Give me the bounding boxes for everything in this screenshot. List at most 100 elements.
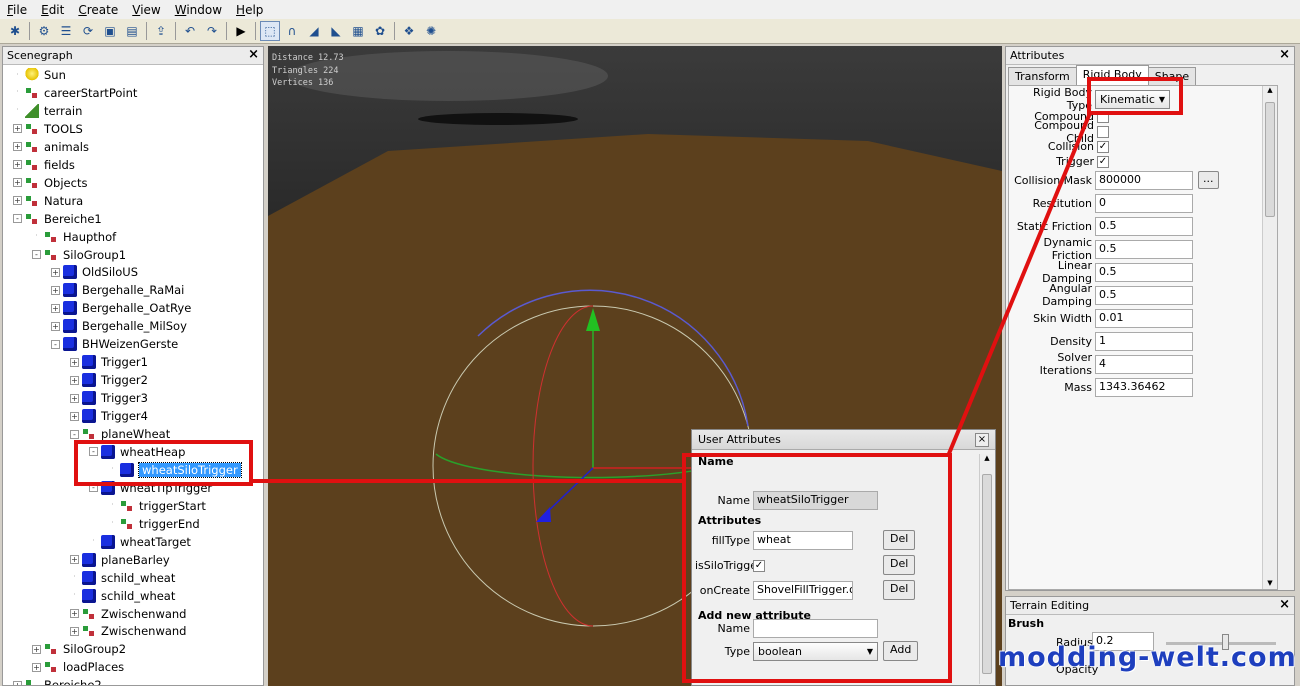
browse-button[interactable]: ...	[1198, 171, 1219, 189]
collapse-icon[interactable]: -	[70, 429, 79, 439]
play-icon[interactable]: ▶	[231, 21, 251, 41]
collapse-icon[interactable]: -	[13, 214, 22, 224]
tree-item[interactable]: - SiloGroup1	[32, 246, 126, 264]
select-icon[interactable]: ⬚	[260, 21, 280, 41]
expand-icon[interactable]: +	[13, 142, 22, 152]
expand-icon[interactable]: +	[70, 411, 79, 421]
tree-item[interactable]: · wheatTarget	[89, 533, 191, 551]
tree-item[interactable]: - Bereiche1	[13, 210, 102, 228]
expand-icon[interactable]: +	[51, 303, 60, 313]
import-icon[interactable]: ⇪	[151, 21, 171, 41]
menu-window[interactable]: Window	[168, 3, 229, 17]
tree-item[interactable]: + OldSiloUS	[51, 263, 138, 281]
foliage-icon[interactable]: ✿	[370, 21, 390, 41]
tree-item[interactable]: + Zwischenwand	[70, 605, 187, 623]
expand-icon[interactable]: +	[13, 160, 22, 170]
scroll-up-icon[interactable]: ▲	[1263, 86, 1277, 94]
expand-icon[interactable]: +	[51, 267, 60, 277]
refresh-icon[interactable]: ⟳	[78, 21, 98, 41]
save-all-icon[interactable]: ▤	[122, 21, 142, 41]
tree-item[interactable]: + Trigger3	[70, 389, 148, 407]
expand-icon[interactable]: +	[70, 393, 79, 403]
tree-item[interactable]: - BHWeizenGerste	[51, 335, 178, 353]
close-icon[interactable]: ×	[1279, 598, 1290, 612]
expand-icon[interactable]: +	[70, 626, 79, 636]
expand-icon[interactable]: +	[70, 375, 79, 385]
menu-view[interactable]: View	[125, 3, 167, 17]
tree-item[interactable]: + Trigger1	[70, 353, 148, 371]
tree-item[interactable]: + loadPlaces	[32, 658, 124, 676]
tree-item[interactable]: + Trigger2	[70, 371, 148, 389]
checkbox[interactable]	[1097, 125, 1109, 138]
close-icon[interactable]: ×	[975, 432, 989, 447]
tree-item[interactable]: + SiloGroup2	[32, 640, 126, 658]
tree-item[interactable]: + Trigger4	[70, 407, 148, 425]
attr-field-input[interactable]: 0.5	[1095, 262, 1193, 282]
magnet-icon[interactable]: ∩	[282, 21, 302, 41]
tree-item[interactable]: + Bergehalle_OatRye	[51, 299, 191, 317]
tree-item[interactable]: · Haupthof	[32, 228, 116, 246]
tab-transform[interactable]: Transform	[1008, 67, 1077, 87]
tree-item[interactable]: + fields	[13, 156, 75, 174]
attr-field-input[interactable]: 0.5	[1095, 239, 1193, 259]
collapse-icon[interactable]: -	[32, 250, 41, 259]
menu-file[interactable]: File	[0, 3, 34, 17]
expand-icon[interactable]: +	[32, 662, 41, 672]
undo-icon[interactable]: ↶	[180, 21, 200, 41]
terrain-texture-icon[interactable]: ▦	[348, 21, 368, 41]
expand-icon[interactable]: +	[13, 178, 22, 188]
tree-item[interactable]: + Bereiche2	[13, 676, 102, 685]
list-icon[interactable]: ☰	[56, 21, 76, 41]
scroll-thumb[interactable]	[1265, 102, 1275, 217]
tree-item[interactable]: + Bergehalle_RaMai	[51, 281, 184, 299]
tree-item[interactable]: + planeBarley	[70, 551, 170, 569]
settings-icon[interactable]: ✺	[421, 21, 441, 41]
collapse-icon[interactable]: -	[51, 339, 60, 349]
attr-field-input[interactable]: 0.5	[1095, 216, 1193, 236]
attr-field-input[interactable]: 0	[1095, 193, 1193, 213]
user-attributes-titlebar[interactable]: User Attributes ×	[692, 430, 995, 450]
expand-icon[interactable]: +	[51, 285, 60, 295]
terrain-paint-icon[interactable]: ◣	[326, 21, 346, 41]
expand-icon[interactable]: +	[13, 124, 22, 134]
menu-help[interactable]: Help	[229, 3, 270, 17]
expand-icon[interactable]: +	[70, 609, 79, 618]
tree-item[interactable]: + Objects	[13, 174, 87, 192]
expand-icon[interactable]: +	[70, 357, 79, 367]
expand-icon[interactable]: +	[32, 644, 41, 654]
attr-field-input[interactable]: 0.5	[1095, 285, 1193, 305]
close-icon[interactable]: ×	[1279, 48, 1290, 62]
tree-item[interactable]: + Bergehalle_MilSoy	[51, 317, 187, 335]
expand-icon[interactable]: +	[13, 680, 22, 685]
attributes-scrollbar[interactable]: ▲ ▼	[1262, 86, 1277, 589]
close-icon[interactable]: ×	[248, 48, 259, 62]
user-attributes-scrollbar[interactable]: ▲	[979, 454, 994, 684]
new-icon[interactable]: ✱	[5, 21, 25, 41]
scroll-thumb[interactable]	[982, 474, 992, 674]
tree-item[interactable]: · triggerEnd	[108, 515, 199, 533]
scroll-up-icon[interactable]: ▲	[980, 454, 994, 462]
expand-icon[interactable]: +	[13, 196, 22, 206]
tree-item[interactable]: · schild_wheat	[70, 587, 175, 605]
menu-create[interactable]: Create	[71, 3, 125, 17]
tree-item[interactable]: + Zwischenwand	[70, 622, 187, 640]
tree-item[interactable]: + TOOLS	[13, 120, 83, 138]
expand-icon[interactable]: +	[70, 555, 79, 565]
tree-item[interactable]: + animals	[13, 138, 89, 156]
filter-icon[interactable]: ❖	[399, 21, 419, 41]
open-icon[interactable]: ⚙	[34, 21, 54, 41]
checkbox[interactable]: ✓	[1097, 140, 1109, 153]
tree-item[interactable]: · schild_wheat	[70, 569, 175, 587]
attr-field-input[interactable]: 0.01	[1095, 308, 1193, 328]
attr-field-input[interactable]: 1	[1095, 331, 1193, 351]
tree-item[interactable]: + Natura	[13, 192, 83, 210]
checkbox[interactable]: ✓	[1097, 155, 1109, 168]
attr-field-input[interactable]: 1343.36462	[1095, 377, 1193, 397]
menu-edit[interactable]: Edit	[34, 3, 71, 17]
save-icon[interactable]: ▣	[100, 21, 120, 41]
tree-item[interactable]: · Sun	[13, 66, 66, 84]
expand-icon[interactable]: +	[51, 321, 60, 331]
tree-item[interactable]: · careerStartPoint	[13, 84, 137, 102]
scroll-down-icon[interactable]: ▼	[1263, 579, 1277, 587]
attr-field-input[interactable]: 800000	[1095, 170, 1193, 190]
